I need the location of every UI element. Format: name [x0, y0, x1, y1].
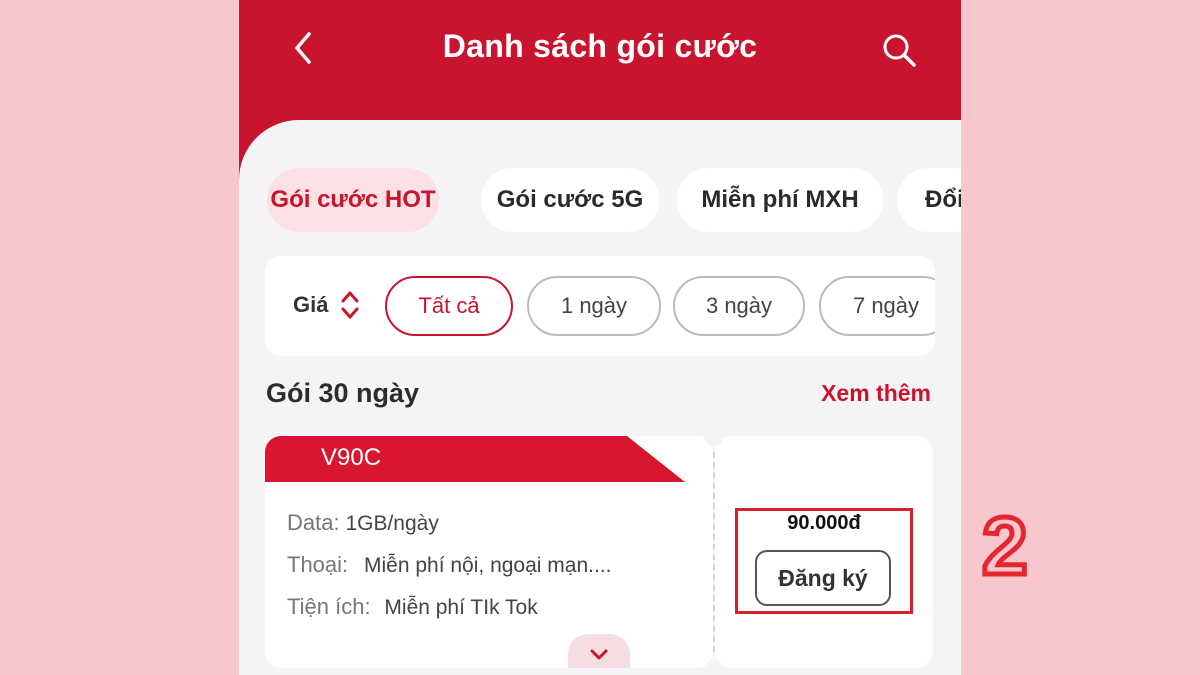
chip-1-ngay[interactable]: 1 ngày — [527, 276, 661, 336]
chip-3-ngay[interactable]: 3 ngày — [673, 276, 805, 336]
card-divider — [713, 452, 715, 652]
data-label: Data: — [287, 510, 340, 535]
ticket-notch-top — [705, 428, 723, 446]
price-sort-label[interactable]: Giá — [293, 292, 328, 318]
register-button[interactable]: Đăng ký — [755, 550, 891, 606]
tab-mien-phi-mxh[interactable]: Miễn phí MXH — [677, 168, 883, 232]
search-icon[interactable] — [879, 30, 919, 70]
data-value: 1GB/ngày — [345, 512, 439, 535]
duration-filter-bar: Giá Tất cả 1 ngày 3 ngày 7 ngày — [265, 256, 935, 356]
chip-7-ngay[interactable]: 7 ngày — [819, 276, 935, 336]
package-voice-row: Thoại: Miễn phí nội, ngoại mạn.... — [287, 552, 611, 578]
sort-updown-icon[interactable] — [339, 288, 361, 322]
voice-label: Thoại: — [287, 552, 349, 577]
package-data-row: Data: 1GB/ngày — [287, 510, 439, 536]
tab-goi-cuoc-hot[interactable]: Gói cước HOT — [267, 168, 439, 232]
utility-label: Tiện ích: — [287, 594, 371, 619]
utility-value: Miễn phí TIk Tok — [384, 596, 538, 619]
chip-tat-ca[interactable]: Tất cả — [385, 276, 513, 336]
package-name: V90C — [321, 444, 382, 471]
package-utility-row: Tiện ích: Miễn phí TIk Tok — [287, 594, 538, 620]
tab-goi-cuoc-5g[interactable]: Gói cước 5G — [481, 168, 659, 232]
see-more-link[interactable]: Xem thêm — [821, 380, 931, 407]
voice-value: Miễn phí nội, ngoại mạn.... — [364, 554, 612, 577]
page-title: Danh sách gói cước — [442, 28, 758, 64]
chevron-down-icon — [590, 649, 608, 660]
step-number: 2 — [980, 501, 1031, 592]
package-card-info[interactable]: V90C Data: 1GB/ngày Thoại: Miễn phí nội,… — [265, 436, 713, 668]
package-price: 90.000đ — [787, 512, 861, 534]
ticket-notch-bottom — [705, 660, 723, 675]
section-title: Gói 30 ngày — [266, 378, 420, 408]
tab-doi[interactable]: Đổi — [897, 168, 961, 232]
expand-details-button[interactable] — [568, 634, 630, 668]
phone-screen: Danh sách gói cước Gói cước HOT Gói cước… — [239, 0, 961, 675]
